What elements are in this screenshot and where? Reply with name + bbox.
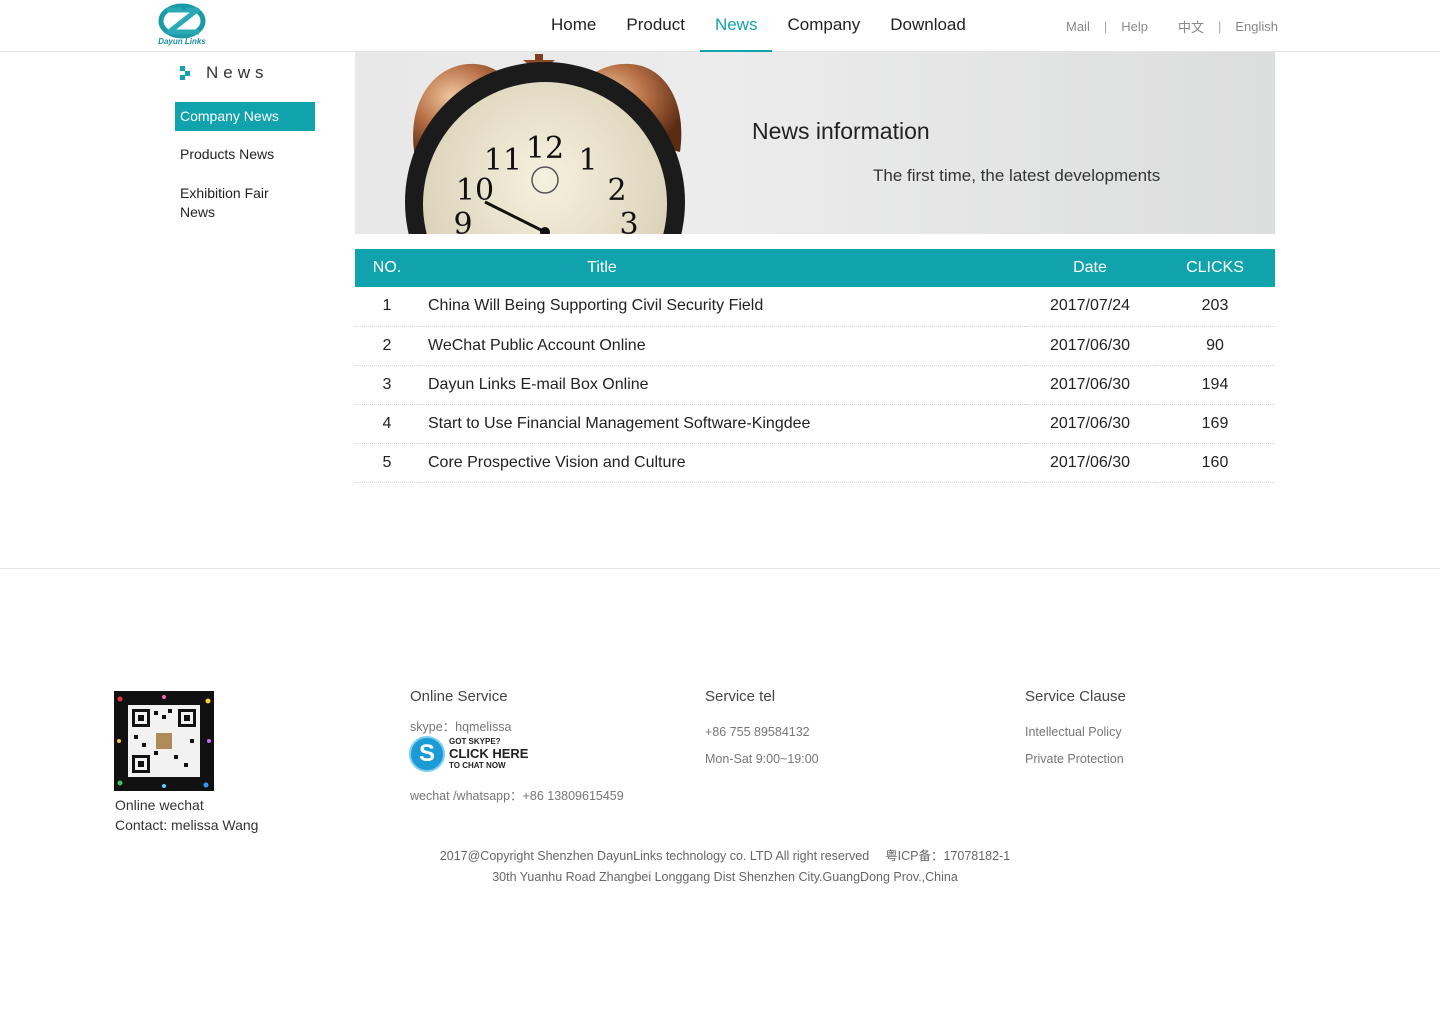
row-no: 1: [355, 287, 419, 327]
alarm-clock-image: 12 11 1 10 2 9 3: [405, 54, 685, 234]
header-date: Date: [1025, 249, 1155, 287]
online-wechat-label: Online wechat: [115, 797, 204, 813]
contact-label: Contact: melissa Wang: [115, 817, 259, 833]
nav-news[interactable]: News: [699, 0, 773, 52]
separator: |: [1218, 19, 1222, 34]
chinese-language-link[interactable]: 中文: [1178, 17, 1204, 36]
row-no: 4: [355, 404, 419, 444]
table-row[interactable]: 2 WeChat Public Account Online 2017/06/3…: [355, 326, 1275, 366]
skype-icon: S: [409, 736, 445, 772]
sidebar-item-exhibition-fair-news[interactable]: Exhibition Fair News: [175, 178, 285, 228]
service-tel-title: Service tel: [705, 688, 776, 705]
skype-id: skype：hqmelissa: [410, 720, 512, 734]
banner-subtitle: The first time, the latest developments: [873, 166, 1161, 185]
wechat-whatsapp: wechat /whatsapp：+86 13809615459: [410, 789, 624, 803]
row-date: 2017/06/30: [1025, 326, 1155, 366]
english-language-link[interactable]: English: [1235, 19, 1278, 34]
row-clicks: 90: [1155, 326, 1275, 366]
sidebar-title: News: [180, 61, 269, 85]
private-protection-link[interactable]: Private Protection: [1025, 746, 1126, 773]
sidebar-item-company-news[interactable]: Company News: [175, 102, 315, 131]
row-date: 2017/06/30: [1025, 443, 1155, 483]
skype-line-2: CLICK HERE: [449, 746, 529, 761]
footer-divider: [0, 568, 1440, 569]
copyright-line: 2017@Copyright Shenzhen DayunLinks techn…: [439, 849, 1011, 863]
row-date: 2017/06/30: [1025, 365, 1155, 405]
row-no: 5: [355, 443, 419, 483]
table-row[interactable]: 3 Dayun Links E-mail Box Online 2017/06/…: [355, 365, 1275, 405]
service-hours: Mon-Sat 9:00~19:00: [705, 752, 819, 766]
nav-product[interactable]: Product: [611, 0, 700, 51]
nav-company[interactable]: Company: [772, 0, 875, 51]
header-no: NO.: [355, 249, 419, 287]
logo-mark-icon: [158, 3, 206, 39]
service-clause-column: Service Clause Intellectual Policy Priva…: [1025, 688, 1126, 773]
news-title-link[interactable]: Core Prospective Vision and Culture: [419, 443, 1025, 483]
service-phone: +86 755 89584132: [705, 725, 810, 739]
news-banner: 12 11 1 10 2 9 3 News information The fi…: [355, 52, 1275, 234]
sidebar-item-products-news[interactable]: Products News: [175, 139, 315, 170]
sidebar-title-text: News: [206, 63, 269, 82]
address-line: 30th Yuanhu Road Zhangbei Longgang Dist …: [492, 870, 958, 884]
skype-chat-button[interactable]: S GOT SKYPE? CLICK HERE TO CHAT NOW: [409, 735, 624, 773]
row-clicks: 203: [1155, 287, 1275, 327]
separator: |: [1103, 19, 1108, 34]
row-clicks: 194: [1155, 365, 1275, 405]
header-clicks: CLICKS: [1155, 249, 1275, 287]
mail-link[interactable]: Mail: [1066, 19, 1090, 34]
main-nav: Home Product News Company Download: [536, 0, 981, 52]
qr-caption: Online wechat Contact: melissa Wang: [115, 795, 258, 835]
intellectual-policy-link[interactable]: Intellectual Policy: [1025, 719, 1126, 746]
news-title-link[interactable]: China Will Being Supporting Civil Securi…: [419, 287, 1025, 327]
news-title-link[interactable]: Start to Use Financial Management Softwa…: [419, 404, 1025, 444]
qr-code-icon: [117, 695, 211, 788]
logo-text: Dayun Links: [158, 37, 206, 46]
svg-text:1: 1: [578, 143, 597, 178]
svg-text:12: 12: [526, 131, 564, 166]
banner-title: News information: [752, 118, 930, 144]
top-links: Mail | Help 中文 | English: [1066, 17, 1278, 36]
service-tel-column: Service tel +86 755 89584132 Mon-Sat 9:0…: [705, 688, 819, 773]
help-link[interactable]: Help: [1121, 19, 1148, 34]
header-title: Title: [419, 249, 1025, 287]
nav-download[interactable]: Download: [875, 0, 981, 51]
service-clause-title: Service Clause: [1025, 688, 1126, 705]
wechat-qr-code: [114, 691, 214, 791]
row-no: 3: [355, 365, 419, 405]
site-header: Dayun Links Home Product News Company Do…: [0, 0, 1440, 52]
copyright: 2017@Copyright Shenzhen DayunLinks techn…: [0, 846, 1440, 888]
row-date: 2017/06/30: [1025, 404, 1155, 444]
table-row[interactable]: 5 Core Prospective Vision and Culture 20…: [355, 443, 1275, 483]
row-clicks: 169: [1155, 404, 1275, 444]
online-service-column: Online Service skype：hqmelissa S GOT SKY…: [409, 688, 624, 810]
svg-text:9: 9: [453, 207, 472, 234]
table-header-row: NO. Title Date CLICKS: [355, 249, 1275, 287]
news-table: NO. Title Date CLICKS 1 China Will Being…: [355, 249, 1275, 483]
row-date: 2017/07/24: [1025, 287, 1155, 327]
news-title-link[interactable]: Dayun Links E-mail Box Online: [419, 365, 1025, 405]
nav-home[interactable]: Home: [536, 0, 611, 51]
table-row[interactable]: 1 China Will Being Supporting Civil Secu…: [355, 287, 1275, 327]
svg-text:2: 2: [607, 173, 626, 208]
squares-icon: [180, 66, 192, 80]
row-no: 2: [355, 326, 419, 366]
news-title-link[interactable]: WeChat Public Account Online: [419, 326, 1025, 366]
svg-text:3: 3: [619, 207, 638, 234]
skype-button-text: GOT SKYPE? CLICK HERE TO CHAT NOW: [449, 737, 528, 771]
online-service-title: Online Service: [410, 688, 508, 705]
skype-line-3: TO CHAT NOW: [449, 761, 506, 770]
table-row[interactable]: 4 Start to Use Financial Management Soft…: [355, 404, 1275, 444]
dayun-links-logo[interactable]: Dayun Links: [153, 2, 211, 48]
row-clicks: 160: [1155, 443, 1275, 483]
sidebar-menu: Company News Products News Exhibition Fa…: [175, 102, 315, 236]
